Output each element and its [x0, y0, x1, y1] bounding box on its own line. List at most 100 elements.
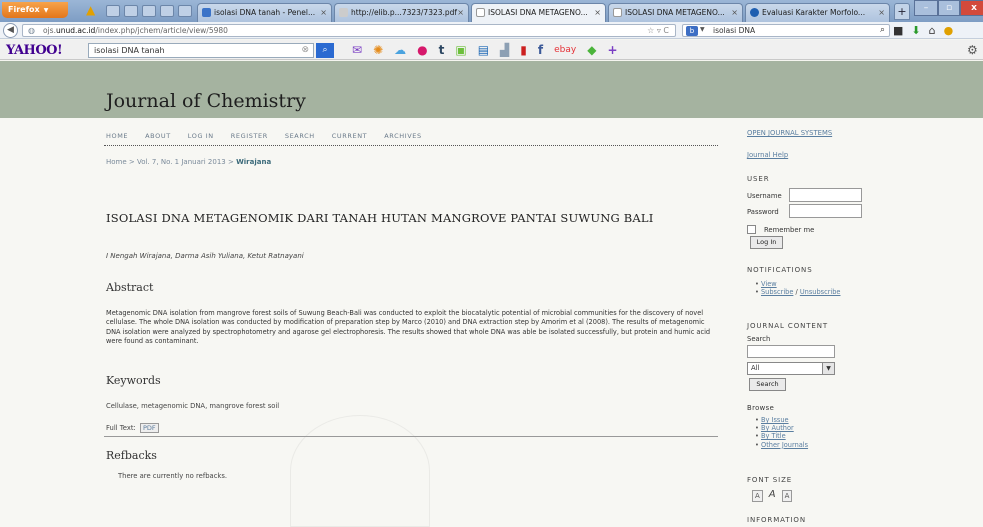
notifications-list: View Subscribe / Unsubscribe [755, 280, 840, 296]
font-default-icon[interactable]: A [767, 490, 778, 502]
password-input[interactable] [789, 204, 862, 218]
chevron-down-icon: ▼ [43, 7, 49, 14]
nav-register[interactable]: REGISTER [231, 132, 268, 140]
yahoo-search-input[interactable]: isolasi DNA tanah ⊗ [88, 43, 314, 58]
browse-list: By Issue By Author By Title Other Journa… [755, 416, 808, 449]
pinned-tab[interactable] [124, 5, 138, 17]
breadcrumb-home[interactable]: Home [106, 158, 127, 166]
star-icon[interactable]: ☆ [647, 26, 654, 35]
yahoo-search-button[interactable]: ⌕ [316, 43, 334, 58]
browser-tab-bar: Firefox ▼ ▲ isolasi DNA tanah - Penel... … [0, 0, 983, 22]
browse-by-issue-link[interactable]: By Issue [761, 416, 789, 424]
close-icon[interactable]: × [320, 8, 327, 17]
url-prefix: ojs. [43, 26, 56, 35]
ojs-link[interactable]: OPEN JOURNAL SYSTEMS [747, 129, 832, 137]
search-scope-value: All [751, 364, 760, 372]
search-icon[interactable]: ⌕ [880, 25, 885, 35]
nav-archives[interactable]: ARCHIVES [384, 132, 421, 140]
close-icon[interactable]: × [731, 8, 738, 17]
pinned-tab[interactable] [160, 5, 174, 17]
nav-search[interactable]: SEARCH [285, 132, 315, 140]
close-icon[interactable]: × [457, 8, 464, 17]
unsubscribe-link[interactable]: Unsubscribe [800, 288, 841, 296]
pinned-tab[interactable] [178, 5, 192, 17]
nav-current[interactable]: CURRENT [332, 132, 367, 140]
browse-by-title-link[interactable]: By Title [761, 432, 786, 440]
browser-tab[interactable]: isolasi DNA tanah - Penel... × [197, 3, 332, 22]
journal-search-button[interactable]: Search [749, 378, 786, 391]
browser-tab-active[interactable]: ISOLASI DNA METAGENO... × [471, 3, 606, 22]
search-scope-select[interactable]: All ▼ [747, 362, 835, 375]
gear-icon[interactable]: ⚙ [967, 43, 978, 57]
minimize-button[interactable]: – [914, 0, 938, 16]
news-icon[interactable]: ▤ [478, 42, 489, 58]
pinned-tab[interactable] [106, 5, 120, 17]
nav-login[interactable]: LOG IN [188, 132, 214, 140]
addon-icon[interactable]: ● [944, 23, 954, 38]
search-value: isolasi DNA [713, 26, 756, 35]
tumblr-icon[interactable]: t [439, 42, 445, 58]
bookmark-icon[interactable]: ▮ [520, 42, 527, 58]
tab-title: isolasi DNA tanah - Penel... [214, 8, 316, 17]
nav-home[interactable]: HOME [106, 132, 128, 140]
add-icon[interactable]: + [607, 42, 617, 58]
yahoo-logo[interactable]: YAHOO! [6, 43, 63, 58]
close-icon[interactable]: × [594, 8, 601, 17]
login-button[interactable]: Log In [750, 236, 783, 249]
information-heading: INFORMATION [747, 516, 806, 524]
new-tab-button[interactable]: + [894, 3, 910, 20]
bing-icon [202, 8, 211, 17]
list-item: View [755, 280, 840, 288]
pinwheel-icon[interactable]: ✺ [373, 42, 383, 58]
search-box[interactable]: b ▼ isolasi DNA ⌕ [682, 24, 890, 37]
url-path: /index.php/jchem/article/view/5980 [95, 26, 228, 35]
browse-by-author-link[interactable]: By Author [761, 424, 794, 432]
mail-icon[interactable]: ✉ [352, 42, 362, 58]
font-size-controls: A A A [752, 490, 793, 502]
back-button[interactable]: ◀ [3, 23, 18, 38]
firefox-menu-button[interactable]: Firefox ▼ [2, 2, 68, 18]
font-larger-icon[interactable]: A [781, 490, 793, 502]
article-authors: I Nengah Wirajana, Darma Asih Yuliana, K… [106, 252, 304, 260]
subscribe-link[interactable]: Subscribe [761, 288, 793, 296]
home-icon[interactable]: ⌂ [929, 23, 936, 38]
ebay-icon[interactable]: ebay [554, 42, 576, 58]
url-bar[interactable]: ◍ ojs.unud.ac.id/index.php/jchem/article… [22, 24, 676, 37]
browser-tab[interactable]: Evaluasi Karakter Morfolo... × [745, 3, 890, 22]
username-input[interactable] [789, 188, 862, 202]
clear-icon[interactable]: ⊗ [301, 45, 309, 55]
username-label: Username [747, 192, 782, 200]
messenger-icon[interactable]: ▣ [455, 42, 466, 58]
chevron-down-icon[interactable]: ▼ [700, 26, 705, 33]
facebook-icon[interactable]: f [538, 42, 543, 58]
bookmarks-icon[interactable]: ■ [893, 23, 903, 38]
journal-search-input[interactable] [747, 345, 835, 358]
tag-icon[interactable]: ◆ [587, 42, 596, 58]
font-smaller-icon[interactable]: A [752, 490, 763, 502]
browser-tab[interactable]: ISOLASI DNA METAGENO... × [608, 3, 743, 22]
pinned-tab[interactable] [142, 5, 156, 17]
pdf-link[interactable]: PDF [140, 423, 159, 433]
download-icon[interactable]: ⬇ [911, 23, 920, 38]
browser-tab[interactable]: http://elib.p...7323/7323.pdf × [334, 3, 469, 22]
maximize-button[interactable]: ▫ [938, 0, 960, 16]
warning-icon[interactable]: ▲ [86, 4, 100, 17]
weather-icon[interactable]: ☁ [394, 42, 406, 58]
finance-icon[interactable]: ▟ [500, 42, 509, 58]
close-icon[interactable]: × [878, 8, 885, 17]
flickr-icon[interactable]: ● [417, 42, 427, 58]
close-window-button[interactable]: x [960, 0, 983, 16]
journal-help-link[interactable]: Journal Help [747, 151, 788, 159]
reload-icon[interactable]: C [663, 26, 669, 35]
remember-me-checkbox[interactable] [747, 225, 756, 234]
list-item: By Issue [755, 416, 808, 424]
nav-about[interactable]: ABOUT [145, 132, 171, 140]
notification-view-link[interactable]: View [761, 280, 777, 288]
user-heading: USER [747, 175, 770, 183]
other-journals-link[interactable]: Other Journals [761, 441, 808, 449]
dropdown-icon[interactable]: ▿ [657, 26, 661, 35]
breadcrumb-current[interactable]: Wirajana [236, 158, 271, 166]
breadcrumb-issue[interactable]: Vol. 7, No. 1 Januari 2013 [137, 158, 226, 166]
site-header: Journal of Chemistry [0, 61, 983, 118]
window-controls: – ▫ x [914, 0, 983, 16]
